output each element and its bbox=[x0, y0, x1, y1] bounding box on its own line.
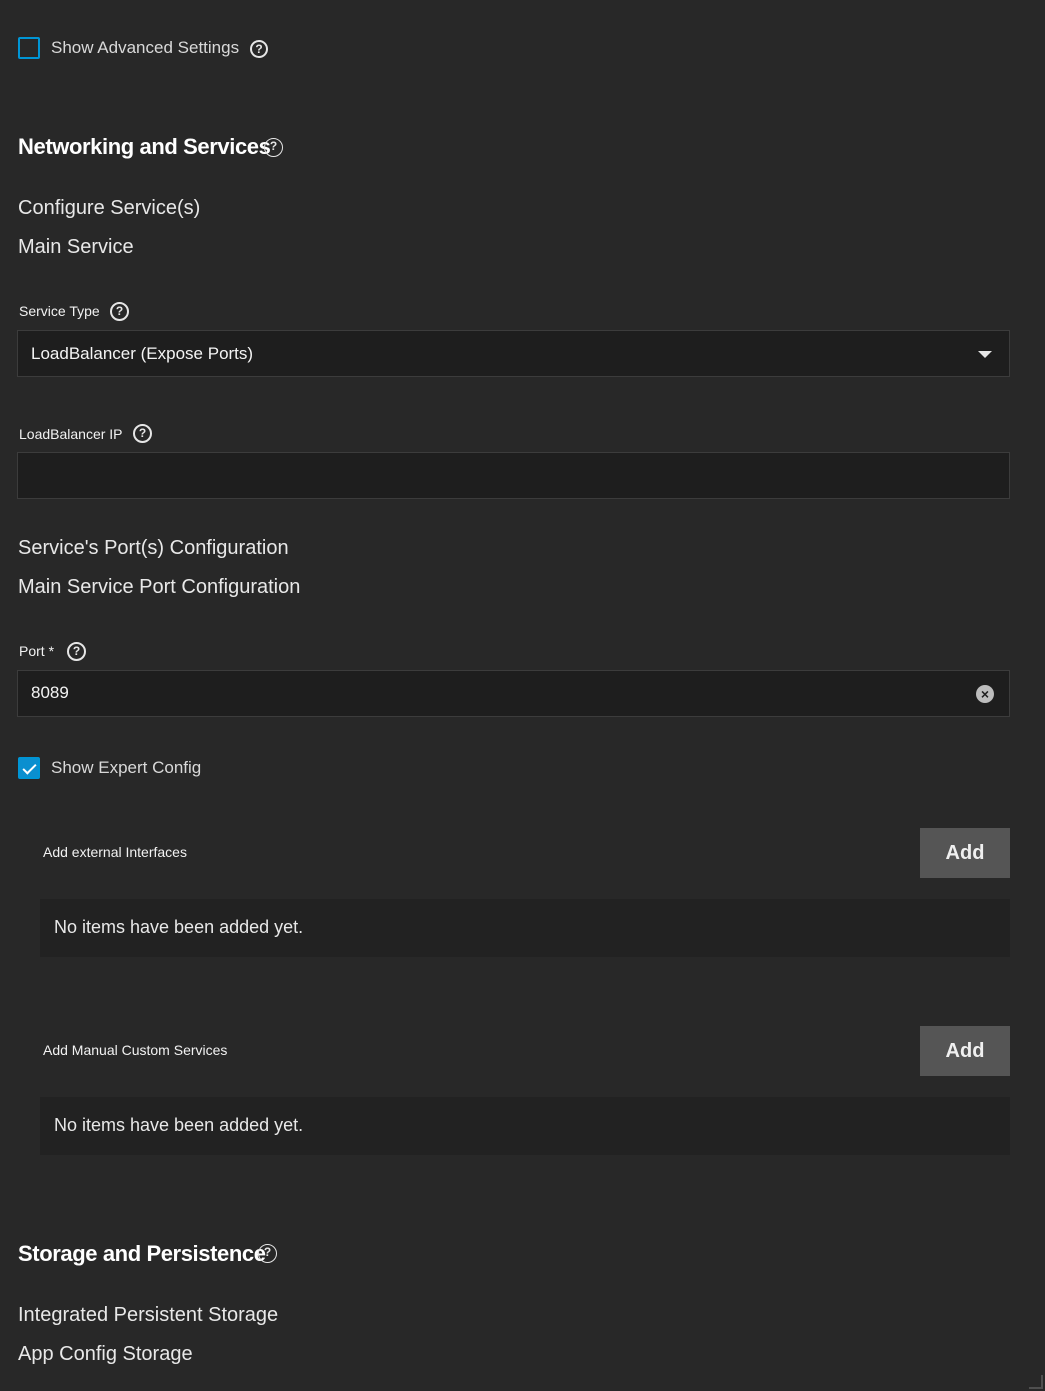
ports-config-heading: Service's Port(s) Configuration bbox=[18, 537, 289, 559]
empty-list-message: No items have been added yet. bbox=[54, 1115, 304, 1135]
custom-services-list: No items have been added yet. bbox=[40, 1097, 1010, 1155]
storage-section-title: Storage and Persistence bbox=[18, 1241, 266, 1266]
help-circle-icon[interactable]: ? bbox=[133, 424, 152, 443]
port-input[interactable]: 8089 × bbox=[17, 670, 1010, 717]
port-label: Port * bbox=[19, 643, 54, 659]
help-circle-icon[interactable]: ? bbox=[264, 138, 283, 157]
show-advanced-settings-checkbox[interactable] bbox=[18, 37, 40, 59]
add-custom-service-button[interactable]: Add bbox=[920, 1026, 1010, 1076]
help-circle-icon[interactable]: ? bbox=[250, 40, 268, 58]
app-config-storage-heading: App Config Storage bbox=[18, 1343, 193, 1365]
external-interfaces-list: No items have been added yet. bbox=[40, 899, 1010, 957]
show-expert-config-label[interactable]: Show Expert Config bbox=[51, 758, 201, 778]
show-advanced-settings-label[interactable]: Show Advanced Settings bbox=[51, 38, 239, 58]
service-type-value: LoadBalancer (Expose Ports) bbox=[31, 344, 254, 363]
integrated-storage-heading: Integrated Persistent Storage bbox=[18, 1304, 279, 1326]
add-external-interface-button[interactable]: Add bbox=[920, 828, 1010, 878]
resize-handle[interactable] bbox=[1029, 1375, 1043, 1389]
clear-circle-icon[interactable]: × bbox=[976, 685, 994, 703]
main-port-config-heading: Main Service Port Configuration bbox=[18, 576, 301, 598]
help-circle-icon[interactable]: ? bbox=[67, 642, 86, 661]
external-interfaces-label: Add external Interfaces bbox=[43, 844, 187, 860]
required-marker: * bbox=[48, 643, 55, 659]
port-label-text: Port bbox=[19, 643, 45, 659]
port-value: 8089 bbox=[31, 683, 69, 702]
show-expert-config-checkbox[interactable] bbox=[18, 757, 40, 779]
service-type-label: Service Type bbox=[19, 303, 100, 319]
help-circle-icon[interactable]: ? bbox=[110, 302, 129, 321]
loadbalancer-ip-label: LoadBalancer IP bbox=[19, 426, 123, 442]
loadbalancer-ip-input[interactable] bbox=[17, 452, 1010, 499]
networking-section-title: Networking and Services bbox=[18, 134, 271, 159]
configure-services-heading: Configure Service(s) bbox=[18, 197, 201, 219]
empty-list-message: No items have been added yet. bbox=[54, 917, 304, 937]
main-service-heading: Main Service bbox=[18, 236, 134, 258]
service-type-select[interactable]: LoadBalancer (Expose Ports) bbox=[17, 330, 1010, 377]
chevron-down-icon[interactable] bbox=[978, 351, 992, 358]
help-circle-icon[interactable]: ? bbox=[258, 1244, 277, 1263]
custom-services-label: Add Manual Custom Services bbox=[43, 1042, 228, 1058]
